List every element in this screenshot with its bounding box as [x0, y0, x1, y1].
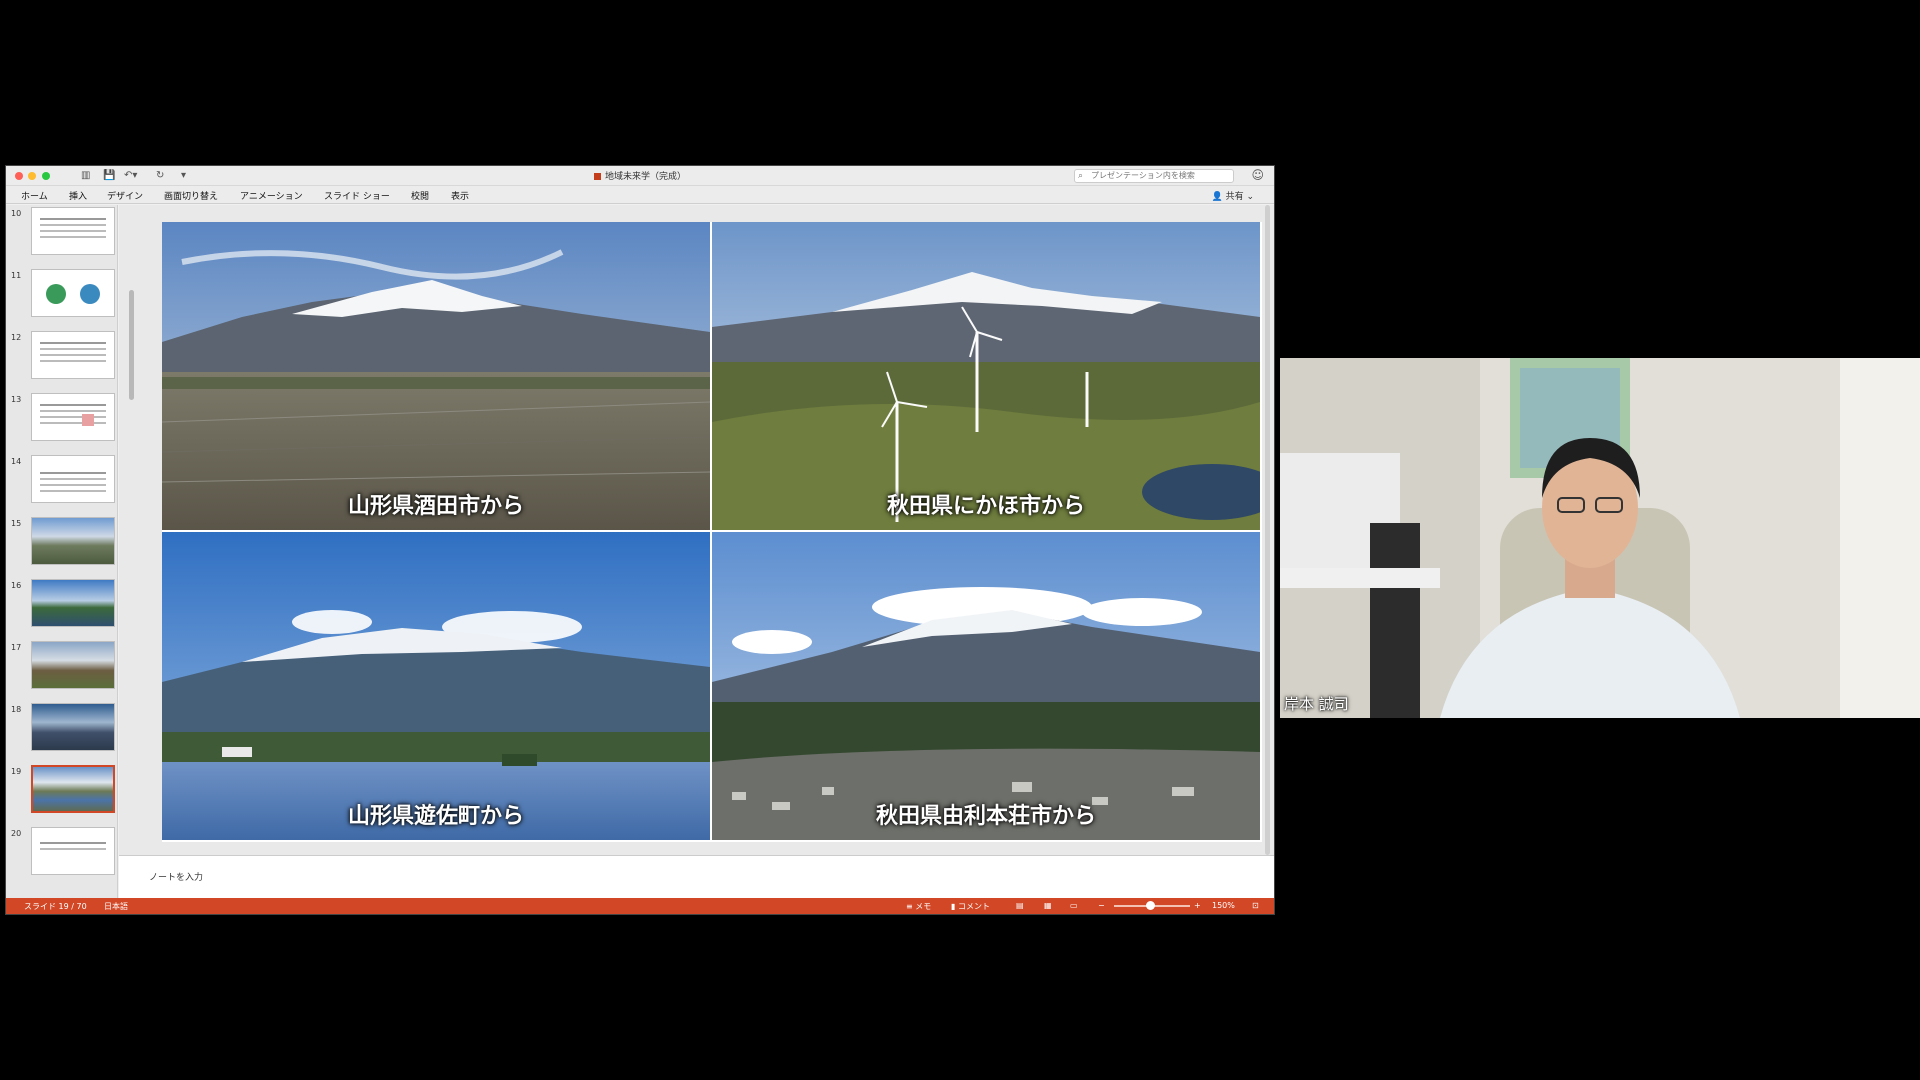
tab-home[interactable]: ホーム — [21, 189, 48, 202]
thumbnail-image-selected — [31, 765, 115, 813]
photo-caption: 秋田県にかほ市から — [886, 494, 1085, 519]
tab-insert[interactable]: 挿入 — [69, 189, 87, 202]
slide-thumbnail-12[interactable]: 12 — [6, 329, 117, 385]
share-button[interactable]: 👤 共有 ⌄ — [1211, 189, 1254, 202]
title-bar: ▥ 💾 ↶▾ ↻ ▾ 地域未来学（完成） ⌕ プレゼンテーション内を検索 ☺ — [6, 166, 1274, 186]
thumbnail-image — [31, 331, 115, 379]
mount-chokai-photo-1 — [162, 222, 710, 530]
participant-video — [1280, 358, 1920, 718]
participant-name: 岸本 誠司 — [1284, 695, 1349, 713]
thumbnail-image — [31, 269, 115, 317]
mount-chokai-photo-3 — [162, 532, 710, 840]
slide-position: スライド 19 / 70 — [24, 902, 87, 911]
person-icon: 👤 — [1211, 192, 1223, 202]
zoom-out-icon[interactable]: − — [1098, 901, 1105, 910]
slide-thumbnail-14[interactable]: 14 — [6, 453, 117, 509]
thumbnail-image — [31, 393, 115, 441]
thumbnail-image — [31, 455, 115, 503]
slide-thumbnail-11[interactable]: 11 — [6, 267, 117, 323]
comment-icon: ▮ — [951, 902, 956, 911]
reading-view-icon[interactable]: ▭ — [1070, 901, 1078, 910]
photo-caption: 山形県酒田市から — [347, 494, 524, 519]
thumbnail-image — [31, 207, 115, 255]
language-indicator[interactable]: 日本語 — [104, 901, 128, 912]
thumbnail-image — [31, 641, 115, 689]
mount-chokai-photo-2 — [712, 222, 1260, 530]
search-icon: ⌕ — [1078, 171, 1084, 181]
notes-toggle[interactable]: ≡ メモ — [906, 901, 931, 912]
slide-sorter-icon[interactable]: ▦ — [1044, 901, 1052, 910]
thumbnail-image — [31, 517, 115, 565]
normal-view-icon[interactable]: ▤ — [1016, 901, 1024, 910]
thumbnail-image — [31, 827, 115, 875]
slide-thumbnail-pane[interactable]: 10 11 12 13 14 15 16 17 18 19 20 — [6, 205, 118, 899]
slide-thumbnail-16[interactable]: 16 — [6, 577, 117, 633]
tab-transitions[interactable]: 画面切り替え — [164, 189, 218, 202]
slide-thumbnail-20[interactable]: 20 — [6, 825, 117, 881]
thumbnail-scrollbar[interactable] — [129, 290, 134, 400]
tab-slideshow[interactable]: スライド ショー — [324, 189, 390, 202]
video-participant-tile: 岸本 誠司 — [1280, 358, 1920, 718]
photo-caption: 秋田県由利本荘市から — [875, 804, 1096, 829]
status-bar: スライド 19 / 70 日本語 ≡ メモ ▮ コメント ▤ ▦ ▭ − + 1… — [6, 898, 1274, 914]
feedback-icon[interactable]: ☺ — [1251, 168, 1264, 182]
screen: ▥ 💾 ↶▾ ↻ ▾ 地域未来学（完成） ⌕ プレゼンテーション内を検索 ☺ ホー… — [0, 0, 1920, 1080]
zoom-level[interactable]: 150% — [1212, 901, 1235, 910]
slide-thumbnail-13[interactable]: 13 — [6, 391, 117, 447]
photo-sakata: 山形県酒田市から — [162, 222, 710, 530]
photo-caption: 山形県遊佐町から — [347, 804, 524, 829]
tab-review[interactable]: 校閲 — [411, 189, 429, 202]
zoom-slider-handle[interactable] — [1146, 901, 1155, 910]
tab-animations[interactable]: アニメーション — [240, 189, 303, 202]
comments-toggle[interactable]: ▮ コメント — [951, 901, 990, 912]
slide-thumbnail-18[interactable]: 18 — [6, 701, 117, 757]
slide-thumbnail-15[interactable]: 15 — [6, 515, 117, 571]
fit-to-window-icon[interactable]: ⊡ — [1252, 901, 1259, 910]
mount-chokai-photo-4 — [712, 532, 1260, 840]
thumbnail-image — [31, 703, 115, 751]
zoom-in-icon[interactable]: + — [1194, 901, 1201, 910]
photo-nikaho: 秋田県にかほ市から — [712, 222, 1260, 530]
current-slide[interactable]: 山形県酒田市から 秋田県にかほ市から 山形県遊佐町から 秋田県由利本荘市から — [162, 222, 1262, 842]
notes-icon: ≡ — [906, 902, 913, 911]
photo-yurihonjo: 秋田県由利本荘市から — [712, 532, 1260, 840]
search-input[interactable]: ⌕ プレゼンテーション内を検索 — [1074, 169, 1234, 183]
slide-thumbnail-17[interactable]: 17 — [6, 639, 117, 695]
notes-pane[interactable]: ノートを入力 — [119, 855, 1274, 899]
thumbnail-image — [31, 579, 115, 627]
tab-design[interactable]: デザイン — [107, 189, 143, 202]
tab-view[interactable]: 表示 — [451, 189, 469, 202]
slide-thumbnail-10[interactable]: 10 — [6, 205, 117, 261]
slide-thumbnail-19[interactable]: 19 — [6, 763, 117, 819]
powerpoint-icon — [593, 173, 601, 180]
photo-yuza: 山形県遊佐町から — [162, 532, 710, 840]
slide-scrollbar[interactable] — [1265, 205, 1270, 855]
ribbon-tabs: ホーム 挿入 デザイン 画面切り替え アニメーション スライド ショー 校閲 表… — [6, 186, 1274, 204]
